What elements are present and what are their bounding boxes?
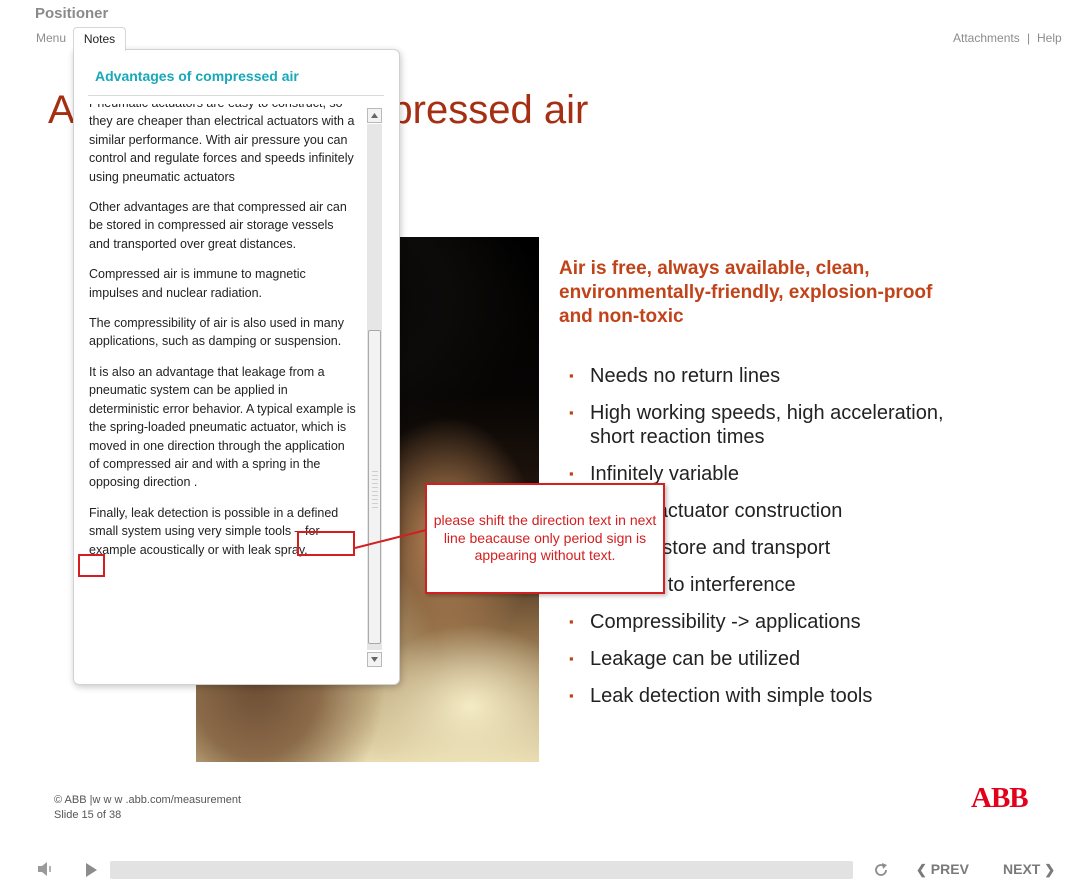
scroll-down-button[interactable]	[367, 652, 382, 667]
notes-divider	[88, 95, 384, 96]
abb-logo: ABB	[971, 782, 1029, 814]
bullet-item: ▪ Leakage can be utilized	[569, 647, 969, 671]
scroll-thumb[interactable]	[368, 330, 381, 644]
play-icon[interactable]	[84, 862, 98, 878]
replay-icon[interactable]	[873, 862, 889, 878]
attachments-link[interactable]: Attachments	[953, 31, 1020, 45]
speaker-icon[interactable]	[37, 861, 55, 877]
content-heading: Air is free, always available, clean, en…	[559, 258, 933, 327]
caret-up-icon	[371, 113, 378, 118]
notes-tab[interactable]: Notes	[73, 27, 126, 51]
annotation-highlight-period	[78, 554, 105, 577]
progress-bar[interactable]	[110, 861, 853, 879]
notes-paragraph: Pneumatic actuators are easy to construc…	[89, 104, 355, 184]
prev-label: PREV	[930, 861, 969, 877]
bullet-marker: ▪	[569, 368, 574, 383]
bullet-text: Leakage can be utilized	[590, 648, 801, 670]
annotation-highlight-direction	[297, 531, 355, 556]
next-label: NEXT	[1003, 861, 1041, 877]
bullet-text: Compressibility -> applications	[590, 611, 861, 633]
caret-down-icon	[371, 657, 378, 662]
notes-scrollbar[interactable]	[367, 106, 382, 667]
bullet-marker: ▪	[569, 651, 574, 666]
annotation-callout: please shift the direction text in next …	[425, 483, 665, 594]
chevron-left-icon: ❮	[916, 862, 927, 877]
bullet-item: ▪ Compressibility -> applications	[569, 610, 969, 634]
notes-paragraph: The compressibility of air is also used …	[89, 316, 344, 349]
next-button[interactable]: NEXT ❯	[1003, 861, 1055, 878]
bullet-text: Needs no return lines	[590, 365, 781, 387]
help-link[interactable]: Help	[1037, 31, 1062, 45]
bullet-text: Infinitely variable	[590, 463, 739, 485]
notes-panel: Advantages of compressed air Pneumatic a…	[73, 49, 400, 685]
notes-paragraph: It is also an advantage that leakage fro…	[89, 364, 356, 490]
bullet-marker: ▪	[569, 614, 574, 629]
nav-separator: |	[1027, 31, 1031, 45]
notes-body: Pneumatic actuators are easy to construc…	[89, 104, 357, 571]
menu-tab[interactable]: Menu	[36, 31, 66, 45]
annotation-text: please shift the direction text in next …	[433, 512, 657, 563]
prev-button[interactable]: ❮ PREV	[916, 861, 969, 878]
bullet-item: ▪ High working speeds, high acceleration,…	[569, 401, 969, 449]
bullet-marker: ▪	[569, 405, 574, 420]
app-title: Positioner	[35, 5, 109, 22]
bullet-marker: ▪	[569, 688, 574, 703]
notes-scroll-area[interactable]: Pneumatic actuators are easy to construc…	[89, 104, 359, 664]
slide-counter: Slide 15 of 38	[54, 809, 122, 821]
notes-title: Advantages of compressed air	[95, 68, 299, 84]
chevron-right-icon: ❯	[1044, 862, 1056, 877]
bullet-item: ▪ Leak detection with simple tools	[569, 684, 969, 708]
grip-icon	[372, 471, 378, 511]
bullet-text: High working speeds, high acceleration, …	[590, 402, 944, 448]
notes-paragraph: Compressed air is immune to magnetic imp…	[89, 267, 306, 300]
bullet-item: ▪ Needs no return lines	[569, 364, 969, 388]
scroll-track[interactable]	[367, 124, 382, 650]
footer-copyright: © ABB |w w w .abb.com/measurement	[54, 794, 242, 806]
scroll-up-button[interactable]	[367, 108, 382, 123]
notes-paragraph: Other advantages are that compressed air…	[89, 200, 347, 251]
bullet-text: Leak detection with simple tools	[590, 685, 873, 707]
